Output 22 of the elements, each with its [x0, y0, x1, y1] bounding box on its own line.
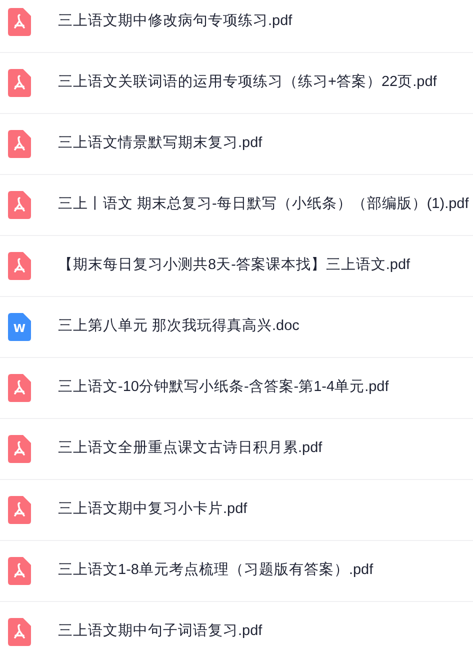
file-name[interactable]: 三上语文情景默写期末复习.pdf: [58, 133, 262, 155]
pdf-file-icon: [8, 435, 31, 463]
file-name[interactable]: 三上第八单元 那次我玩得真高兴.doc: [58, 316, 300, 338]
pdf-file-icon: [8, 69, 31, 97]
file-name[interactable]: 三上语文-10分钟默写小纸条-含答案-第1-4单元.pdf: [58, 377, 389, 399]
file-name[interactable]: 三上语文期中复习小卡片.pdf: [58, 499, 248, 521]
pdf-file-icon: [8, 8, 31, 36]
file-name[interactable]: 【期末每日复习小测共8天-答案课本找】三上语文.pdf: [58, 255, 410, 277]
file-name[interactable]: 三上语文关联词语的运用专项练习（练习+答案）22页.pdf: [58, 72, 437, 94]
word-file-icon: W: [8, 313, 31, 341]
file-name[interactable]: 三上丨语文 期末总复习-每日默写（小纸条）（部编版）(1).pdf: [58, 194, 469, 216]
pdf-file-icon: [8, 252, 31, 280]
pdf-file-icon: [8, 557, 31, 585]
file-name[interactable]: 三上语文全册重点课文古诗日积月累.pdf: [58, 438, 322, 460]
pdf-file-icon: [8, 374, 31, 402]
pdf-file-icon: [8, 618, 31, 646]
pdf-file-icon: [8, 496, 31, 524]
pdf-file-icon: [8, 130, 31, 158]
pdf-file-icon: [8, 191, 31, 219]
file-name[interactable]: 三上语文1-8单元考点梳理（习题版有答案）.pdf: [58, 560, 374, 582]
file-name[interactable]: 三上语文期中修改病句专项练习.pdf: [58, 11, 292, 33]
file-name[interactable]: 三上语文期中句子词语复习.pdf: [58, 621, 262, 643]
